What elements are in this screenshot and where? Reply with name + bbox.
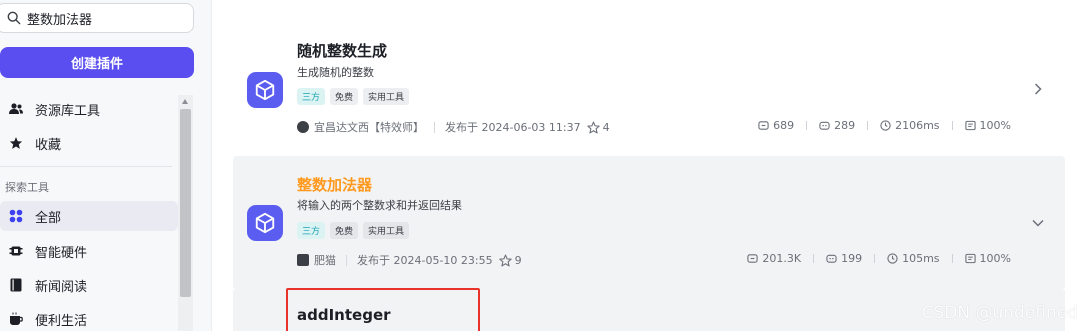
usage-icon <box>747 254 759 263</box>
sidebar-item-news-reading[interactable]: 新闻阅读 <box>0 270 178 300</box>
avatar <box>297 254 309 266</box>
plugin-card[interactable]: 随机整数生成 生成随机的整数 三方 免费 实用工具 宜昌达文西【特效师】 发布于… <box>233 22 1065 152</box>
chevron-down-icon[interactable] <box>1031 216 1045 230</box>
create-plugin-button[interactable]: 创建插件 <box>0 47 194 78</box>
avatar <box>297 121 309 133</box>
stat-divider <box>951 254 953 263</box>
meta-divider <box>346 254 347 266</box>
stat-uses-value: 201.3K <box>762 252 802 265</box>
function-name[interactable]: addInteger <box>297 306 391 324</box>
stat-divider <box>867 121 869 130</box>
stat-success-value: 100% <box>979 119 1011 132</box>
plugin-tags: 三方 免费 实用工具 <box>297 222 410 239</box>
sidebar-item-label: 智能硬件 <box>35 245 88 261</box>
stat-bots-value: 199 <box>841 252 863 265</box>
plugin-meta: 宜昌达文西【特效师】 发布于 2024-06-03 11:37 4 <box>297 119 610 135</box>
stat-bots: 289 <box>819 119 855 132</box>
stat-uses: 201.3K <box>747 252 801 265</box>
scroll-up-arrow-icon[interactable] <box>182 99 188 104</box>
meta-divider <box>434 121 435 133</box>
chip-icon <box>8 243 24 259</box>
star-outline-icon <box>586 121 600 134</box>
sidebar-scrollbar[interactable] <box>178 95 193 331</box>
stat-latency: 2106ms <box>880 119 940 132</box>
star-filled-icon <box>8 135 24 151</box>
stat-success-value: 100% <box>979 252 1011 265</box>
sidebar: 创建插件 资源库工具 收藏 探索工具 全部 智能硬件 新闻阅读 便 <box>0 0 212 331</box>
stat-divider <box>874 254 876 263</box>
chevron-right-icon[interactable] <box>1031 82 1045 96</box>
tag-free: 免费 <box>330 88 359 105</box>
plugin-description: 生成随机的整数 <box>297 66 374 79</box>
star-count: 4 <box>602 120 610 134</box>
author-name[interactable]: 宜昌达文西【特效师】 <box>314 119 424 135</box>
stat-latency: 105ms <box>887 252 940 265</box>
plugin-cube-icon <box>247 205 283 241</box>
plugin-title: 整数加法器 <box>297 176 373 194</box>
sidebar-item-resource-tools[interactable]: 资源库工具 <box>0 94 178 124</box>
tag-free: 免费 <box>330 222 359 239</box>
plugin-cube-icon <box>247 72 283 108</box>
scrollbar-thumb[interactable] <box>180 109 191 297</box>
grid-icon <box>8 208 24 224</box>
search-box[interactable] <box>0 3 194 33</box>
stat-divider <box>806 121 808 130</box>
usage-icon <box>758 121 769 130</box>
search-input[interactable] <box>27 10 187 26</box>
plugin-tags: 三方 免费 实用工具 <box>297 88 410 105</box>
book-icon <box>8 277 24 293</box>
stat-latency-value: 105ms <box>902 252 940 265</box>
bot-icon <box>819 121 830 130</box>
section-label-explore: 探索工具 <box>5 181 49 194</box>
star-outline-icon <box>498 254 512 267</box>
sidebar-divider <box>0 166 172 167</box>
tag-utility: 实用工具 <box>363 222 410 239</box>
plugin-list: 随机整数生成 生成随机的整数 三方 免费 实用工具 宜昌达文西【特效师】 发布于… <box>213 0 1080 331</box>
plugin-title: 随机整数生成 <box>297 42 388 60</box>
sidebar-item-label: 资源库工具 <box>35 103 101 119</box>
publish-date: 发布于 2024-05-10 23:55 <box>357 254 493 267</box>
plugin-meta: 肥猫 发布于 2024-05-10 23:55 9 <box>297 252 522 268</box>
sidebar-item-label: 收藏 <box>35 137 62 153</box>
search-icon <box>7 11 21 25</box>
sidebar-item-label: 便利生活 <box>35 313 88 329</box>
sidebar-item-favorites[interactable]: 收藏 <box>0 128 178 158</box>
sidebar-item-smart-hardware[interactable]: 智能硬件 <box>0 236 178 266</box>
tag-third-party: 三方 <box>297 222 326 239</box>
sidebar-item-all[interactable]: 全部 <box>0 201 178 231</box>
stat-success: 100% <box>964 252 1011 265</box>
stat-success: 100% <box>964 119 1011 132</box>
star-count: 9 <box>514 253 522 267</box>
message-icon <box>964 120 976 131</box>
tag-third-party: 三方 <box>297 88 326 105</box>
stat-bots: 199 <box>826 252 862 265</box>
plugin-card-expanded[interactable]: 整数加法器 将输入的两个整数求和并返回结果 三方 免费 实用工具 肥猫 发布于 … <box>233 156 1065 290</box>
users-icon <box>8 101 24 117</box>
sidebar-item-label: 新闻阅读 <box>35 279 88 295</box>
sidebar-item-label: 全部 <box>35 210 62 226</box>
plugin-stats: 201.3K 199 105ms 100% <box>747 252 1011 265</box>
stat-divider <box>951 121 953 130</box>
sidebar-item-convenient-life[interactable]: 便利生活 <box>0 304 178 331</box>
clock-icon <box>880 120 891 131</box>
stat-divider <box>813 254 815 263</box>
watermark: CSDN @undefined <box>921 303 1078 323</box>
cup-icon <box>8 311 24 327</box>
stat-uses-value: 689 <box>773 119 795 132</box>
stat-latency-value: 2106ms <box>895 119 940 132</box>
stat-uses: 689 <box>758 119 794 132</box>
plugin-description: 将输入的两个整数求和并返回结果 <box>297 199 462 212</box>
publish-date: 发布于 2024-06-03 11:37 <box>445 121 581 134</box>
plugin-stats: 689 289 2106ms 100% <box>758 119 1011 132</box>
stat-bots-value: 289 <box>834 119 856 132</box>
tag-utility: 实用工具 <box>363 88 410 105</box>
message-icon <box>964 253 976 264</box>
bot-icon <box>826 254 837 263</box>
author-name[interactable]: 肥猫 <box>314 252 336 268</box>
clock-icon <box>887 253 898 264</box>
